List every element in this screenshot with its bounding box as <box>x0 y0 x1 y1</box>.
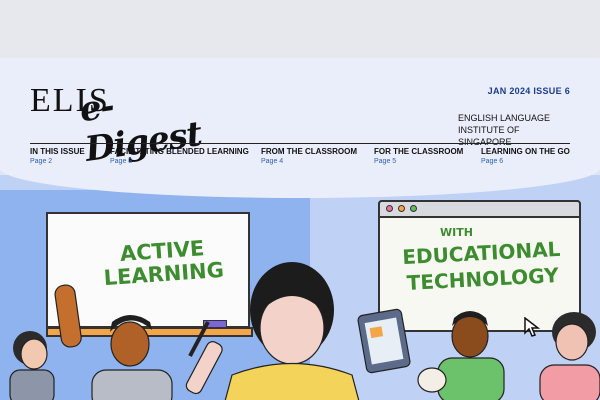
nav-item-title: FROM THE CLASSROOM <box>261 147 357 156</box>
nav-item-learning-on-the-go[interactable]: LEARNING ON THE GO Page 6 <box>481 147 570 165</box>
nav-item-title: LEARNING ON THE GO <box>481 147 570 156</box>
nav-item-from-the-classroom[interactable]: FROM THE CLASSROOM Page 4 <box>261 147 357 165</box>
cat-icon <box>417 367 447 393</box>
window-dot-icon <box>410 205 417 212</box>
nav-item-page: Page 4 <box>261 158 284 165</box>
tablet-icon <box>357 308 411 374</box>
top-band <box>0 0 600 58</box>
issue-navigation: IN THIS ISSUE Page 2 FACILITATING BLENDE… <box>30 147 575 171</box>
issue-date: JAN 2024 ISSUE 6 <box>487 86 570 96</box>
nav-item-title: FOR THE CLASSROOM <box>374 147 464 156</box>
students-illustration <box>9 262 600 400</box>
window-dot-icon <box>398 205 405 212</box>
nav-item-title: FACILITATING BLENDED LEARNING <box>110 147 249 156</box>
institute-line-1: ENGLISH LANGUAGE <box>458 113 551 123</box>
nav-item-title: IN THIS ISSUE <box>30 147 85 156</box>
student-boy-waving-icon <box>54 284 173 400</box>
student-boy-right-icon <box>437 311 505 400</box>
nav-divider <box>30 143 570 144</box>
student-girl-right-icon <box>539 312 600 400</box>
elis-logo: ELIS e-Digest <box>30 72 230 170</box>
nav-item-page: Page 6 <box>481 158 504 165</box>
student-girl-left-icon <box>9 331 55 400</box>
window-title-bar <box>378 200 581 218</box>
nav-item-page: Page 5 <box>374 158 397 165</box>
nav-item-blended-learning[interactable]: FACILITATING BLENDED LEARNING Page 3 <box>110 147 249 165</box>
nav-item-for-the-classroom[interactable]: FOR THE CLASSROOM Page 5 <box>374 147 463 165</box>
nav-item-in-this-issue[interactable]: IN THIS ISSUE Page 2 <box>30 147 85 165</box>
nav-item-page: Page 3 <box>110 158 133 165</box>
nav-item-page: Page 2 <box>30 158 53 165</box>
student-girl-center-icon <box>185 262 360 400</box>
window-dot-icon <box>386 205 393 212</box>
institute-line-2: INSTITUTE OF SINGAPORE <box>458 125 520 147</box>
